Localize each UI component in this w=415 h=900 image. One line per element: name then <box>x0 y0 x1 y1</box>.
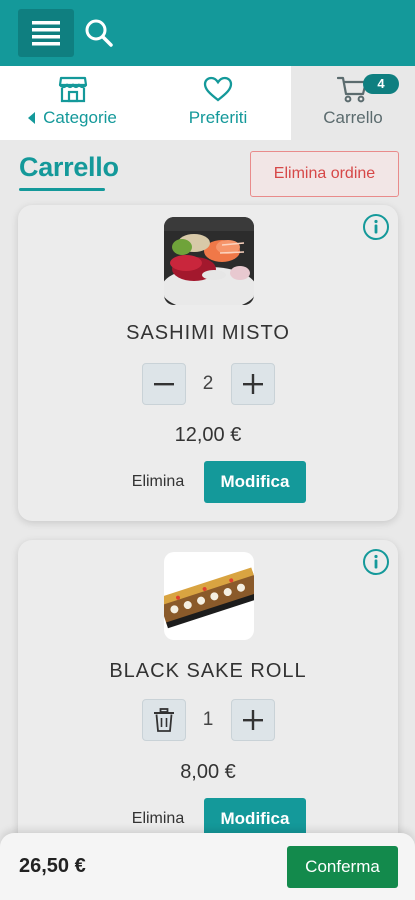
info-icon[interactable] <box>362 213 390 241</box>
page-title: Carrello <box>19 152 119 182</box>
store-icon <box>58 76 87 103</box>
quantity-value: 1 <box>202 709 214 730</box>
plus-icon <box>243 710 263 730</box>
menu-button[interactable] <box>18 9 74 57</box>
increase-quantity-button[interactable] <box>231 699 275 741</box>
top-bar <box>0 0 415 66</box>
product-image <box>164 217 254 305</box>
edit-item-button[interactable]: Modifica <box>204 461 306 503</box>
quantity-value: 2 <box>202 373 214 394</box>
decrease-quantity-button[interactable] <box>142 363 186 405</box>
cart-count-badge: 4 <box>363 74 399 94</box>
confirm-button[interactable]: Conferma <box>287 846 398 888</box>
hamburger-icon <box>32 21 60 46</box>
product-image <box>164 552 254 640</box>
product-name: SASHIMI MISTO <box>126 322 290 344</box>
search-button[interactable] <box>82 15 116 51</box>
order-total: 26,50 € <box>19 855 86 877</box>
tab-carrello[interactable]: Carrello 4 <box>291 66 415 140</box>
tab-preferiti[interactable]: Preferiti <box>145 66 291 140</box>
cart-item-card: SASHIMI MISTO 2 12,00 € Elimina Modifica <box>18 205 398 521</box>
trash-icon <box>154 708 174 732</box>
heart-icon <box>203 76 233 102</box>
tab-categorie[interactable]: Categorie <box>0 66 145 140</box>
tab-carrello-label: Carrello <box>323 108 383 127</box>
tab-preferiti-label: Preferiti <box>188 108 248 127</box>
title-underline <box>19 188 105 191</box>
delete-item-link[interactable]: Elimina <box>118 473 198 491</box>
checkout-bar: 26,50 € Conferma <box>0 833 415 900</box>
cart-item-card: BLACK SAKE ROLL 1 8,00 € Elimina Modific… <box>18 540 398 860</box>
increase-quantity-button[interactable] <box>231 363 275 405</box>
product-price: 8,00 € <box>180 761 236 783</box>
product-name: BLACK SAKE ROLL <box>109 660 307 682</box>
tab-bar: Categorie Preferiti Carrello 4 <box>0 66 415 140</box>
caret-left-icon <box>28 112 36 124</box>
delete-item-link[interactable]: Elimina <box>118 810 198 828</box>
remove-item-button[interactable] <box>142 699 186 741</box>
info-icon[interactable] <box>362 548 390 576</box>
product-price: 12,00 € <box>174 424 242 446</box>
plus-icon <box>243 374 263 394</box>
tab-categorie-label: Categorie <box>43 108 117 127</box>
delete-order-button[interactable]: Elimina ordine <box>250 151 399 197</box>
search-icon <box>85 19 113 47</box>
minus-icon <box>154 383 174 386</box>
